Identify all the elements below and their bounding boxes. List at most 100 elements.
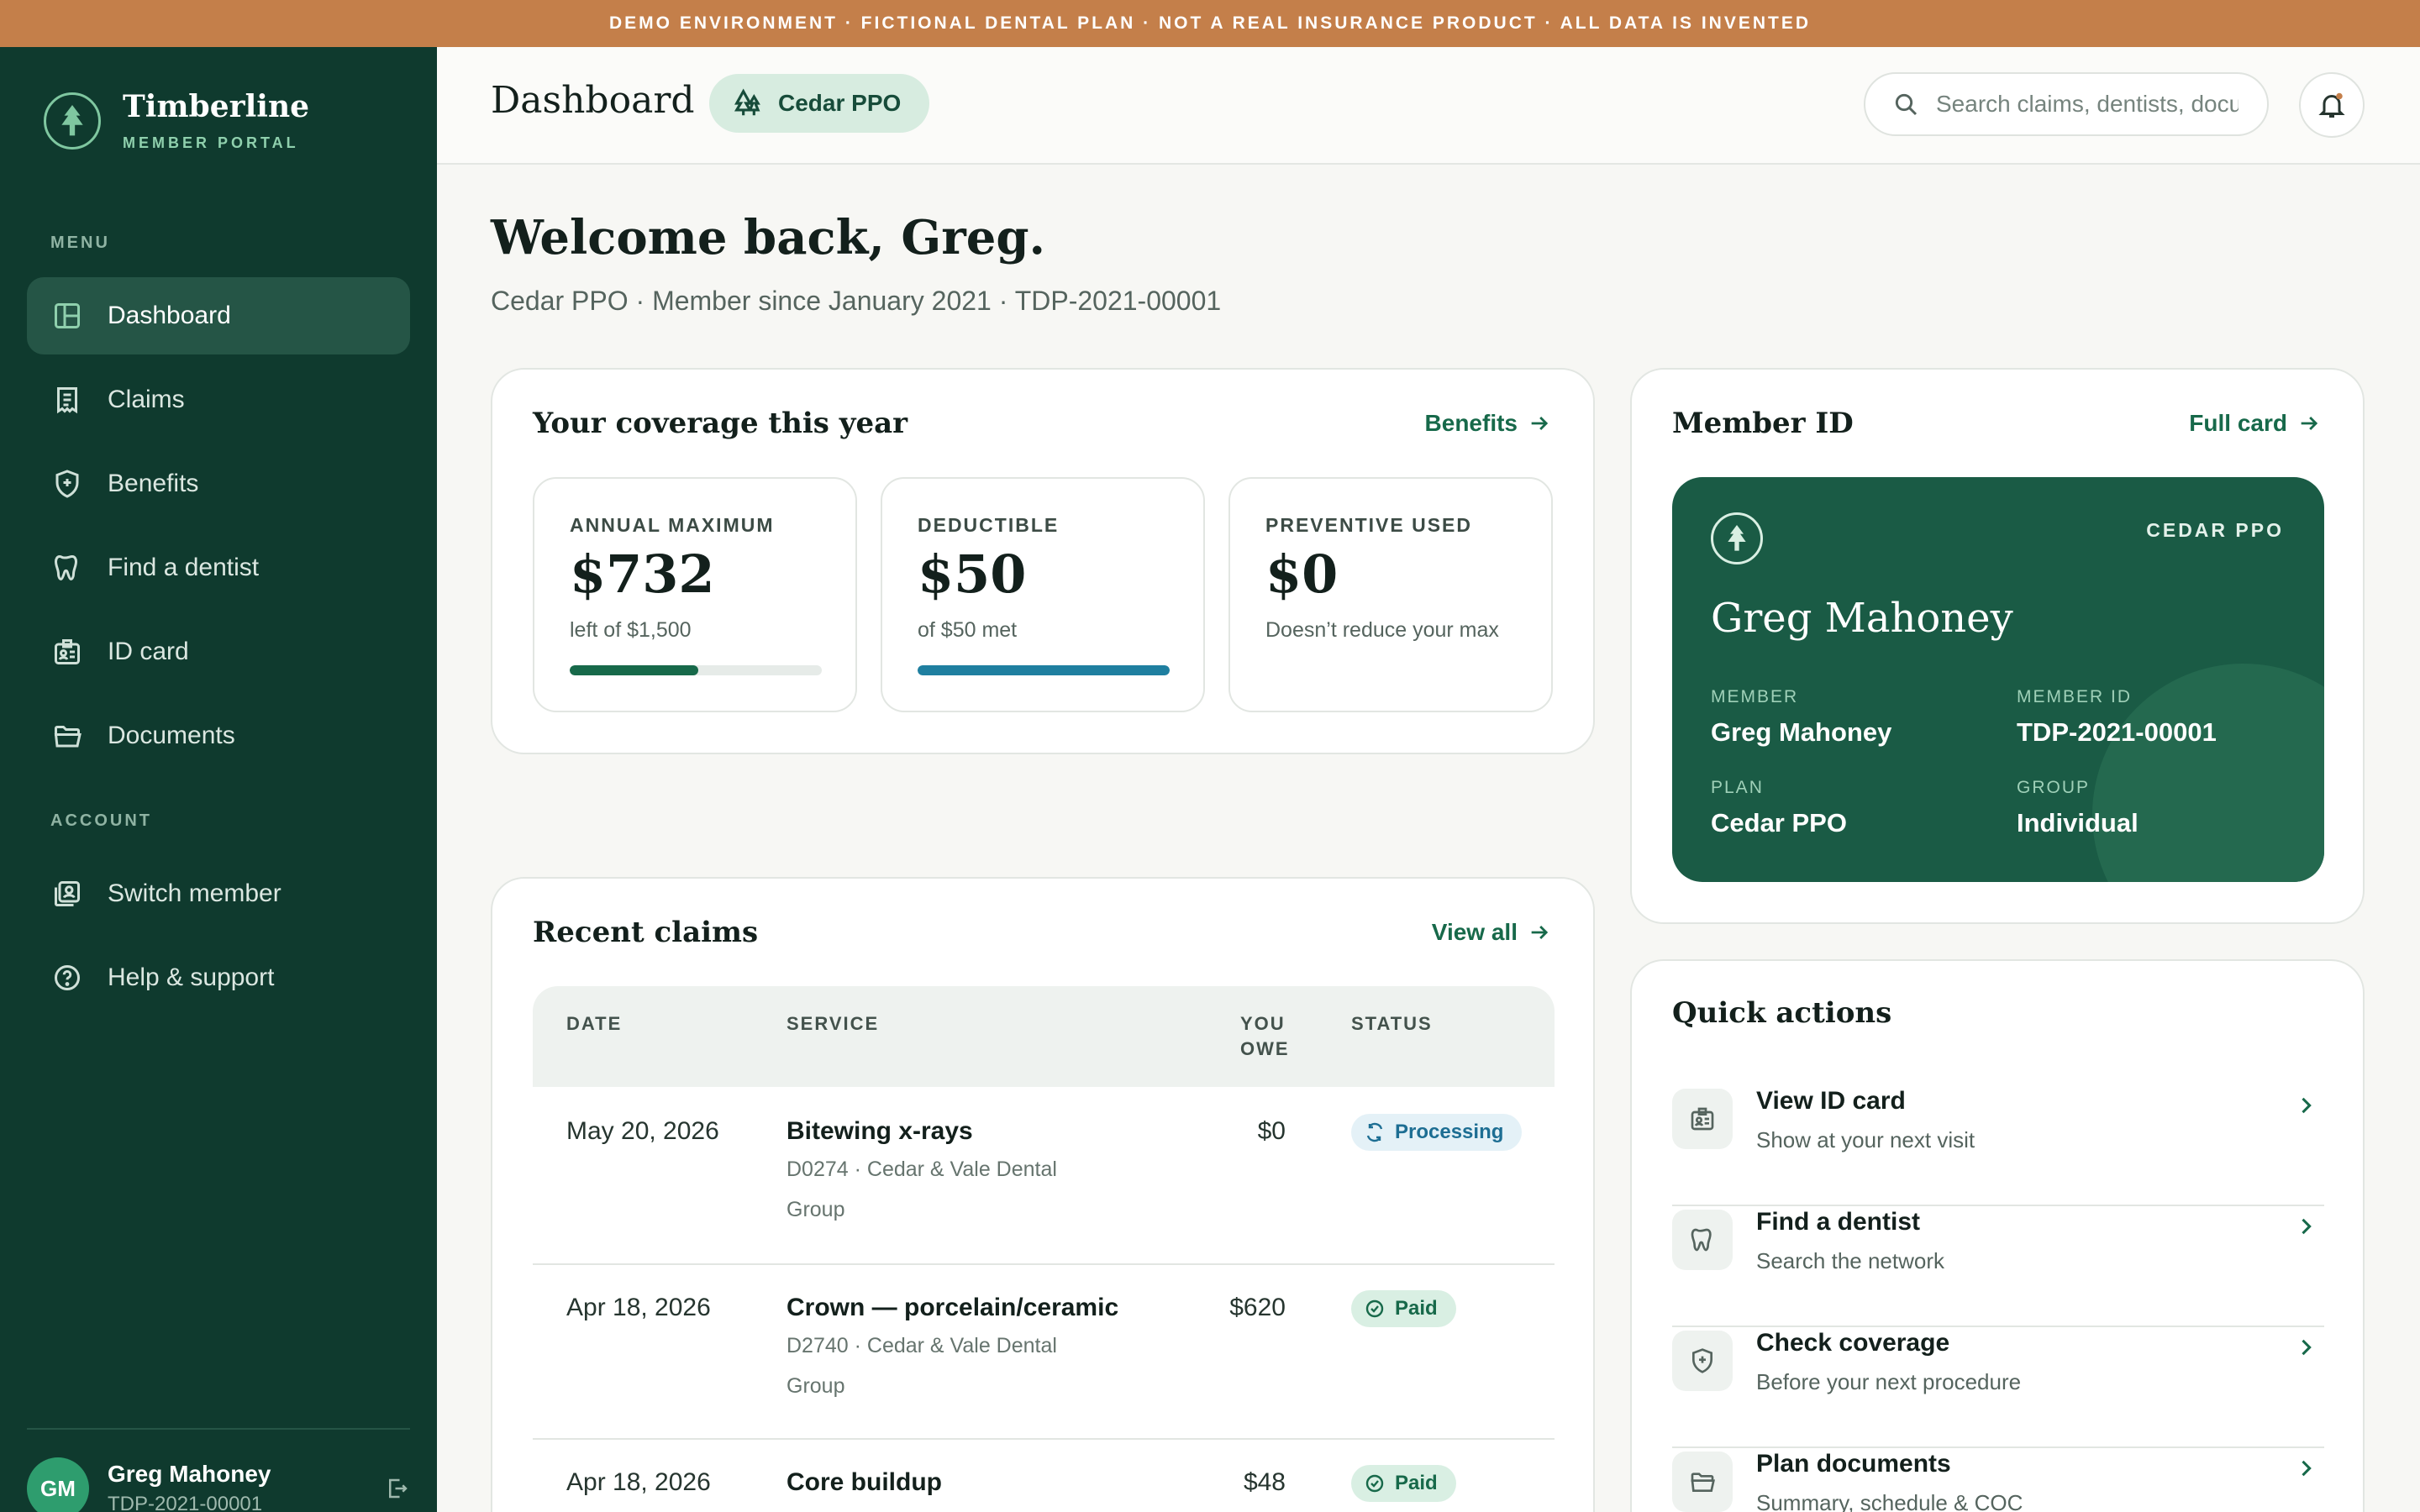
full-card-link[interactable]: Full card (2189, 410, 2321, 437)
stat-note: Doesn’t reduce your max (1265, 618, 1499, 642)
user-member-id: TDP-2021-00001 (108, 1493, 263, 1512)
full-card-label: Full card (2189, 410, 2287, 436)
progress-bar (918, 665, 1170, 675)
help-icon (55, 965, 80, 990)
col-status[interactable]: STATUS (1351, 1011, 1433, 1037)
quick-action-title: Check coverage (1756, 1329, 1950, 1357)
tree-logo-icon (1711, 512, 1763, 564)
current-user[interactable]: GM Greg Mahoney TDP-2021-00001 (27, 1455, 410, 1512)
coverage-card: Your coverage this year Benefits ANNUAL … (491, 368, 1595, 754)
claim-detail: D0274 · Cedar & Vale Dental Group (786, 1158, 1057, 1221)
welcome-subtitle: Cedar PPO · Member since January 2021 · … (491, 286, 1222, 316)
sidebar-item-label: ID card (108, 638, 189, 665)
top-bar: Dashboard Cedar PPO (437, 47, 2420, 165)
search-input[interactable] (1936, 91, 2238, 118)
card-field-value: Cedar PPO (1711, 808, 1847, 837)
demo-banner: DEMO ENVIRONMENT · FICTIONAL DENTAL PLAN… (0, 0, 2420, 47)
search-box[interactable] (1864, 72, 2269, 136)
chevron-right-icon (2302, 1460, 2312, 1477)
trees-icon (734, 88, 760, 116)
stat-value: $50 (918, 543, 1027, 605)
card-field-value: Greg Mahoney (1711, 717, 1892, 747)
benefits-link[interactable]: Benefits (1425, 410, 1551, 437)
logout-icon[interactable] (385, 1476, 410, 1501)
col-you-owe[interactable]: YOU OWE (1240, 1011, 1288, 1062)
switch-user-icon (55, 881, 80, 906)
member-id-title: Member ID (1672, 407, 1854, 440)
recent-claims-card: Recent claims View all DATE SERVICE YOU O… (491, 877, 1595, 1512)
sidebar-item-switch-member[interactable]: Switch member (27, 855, 410, 932)
sidebar: Timberline MEMBER PORTAL MENU Dashboard … (0, 47, 437, 1512)
sidebar-item-label: Benefits (108, 470, 199, 497)
stat-preventive-used: PREVENTIVE USED $0 Doesn’t reduce your m… (1228, 477, 1553, 712)
search-icon (1895, 93, 1918, 116)
claim-service: Bitewing x-rays (786, 1117, 973, 1145)
sidebar-item-id-card[interactable]: ID card (27, 613, 410, 690)
stat-deductible: DEDUCTIBLE $50 of $50 met (881, 477, 1205, 712)
sidebar-divider (27, 1428, 410, 1430)
table-row[interactable]: Apr 18, 2026 Core buildup $48 Paid (533, 1440, 1555, 1512)
arrow-right-icon (1531, 926, 1549, 939)
arrow-right-icon (1531, 417, 1549, 430)
status-badge: Paid (1351, 1465, 1456, 1502)
sidebar-item-find-dentist[interactable]: Find a dentist (27, 529, 410, 606)
claim-service: Crown — porcelain/ceramic (786, 1294, 1119, 1321)
claims-table-header: DATE SERVICE YOU OWE STATUS (533, 986, 1555, 1087)
claim-date: Apr 18, 2026 (566, 1468, 711, 1496)
notifications-button[interactable] (2299, 72, 2365, 138)
sidebar-item-label: Help & support (108, 963, 275, 991)
tooth-icon (54, 554, 78, 581)
id-card-icon (1672, 1089, 1733, 1149)
quick-action-check-coverage[interactable]: Check coverage Before your next procedur… (1672, 1327, 2324, 1448)
id-card-icon (55, 639, 80, 664)
sidebar-item-claims[interactable]: Claims (27, 361, 410, 438)
tooth-icon (1672, 1210, 1733, 1270)
col-service[interactable]: SERVICE (786, 1011, 879, 1037)
quick-actions-title: Quick actions (1672, 996, 1892, 1030)
col-date[interactable]: DATE (566, 1011, 622, 1037)
quick-action-view-id-card[interactable]: View ID card Show at your next visit (1672, 1085, 2324, 1206)
sidebar-item-label: Claims (108, 386, 185, 413)
benefits-link-label: Benefits (1424, 410, 1518, 436)
quick-action-title: Plan documents (1756, 1450, 1951, 1478)
card-field-label: GROUP (2017, 778, 2091, 797)
claim-date: Apr 18, 2026 (566, 1294, 711, 1321)
view-all-claims-link[interactable]: View all (1432, 919, 1551, 946)
sidebar-item-dashboard[interactable]: Dashboard (27, 277, 410, 354)
insurance-card[interactable]: CEDAR PPO Greg Mahoney MEMBER Greg Mahon… (1672, 477, 2324, 882)
quick-action-title: View ID card (1756, 1087, 1906, 1115)
card-field-label: MEMBER (1711, 687, 1799, 706)
account-section-label: ACCOUNT (50, 811, 152, 830)
table-row[interactable]: May 20, 2026 Bitewing x-rays D0274 · Ced… (533, 1089, 1555, 1265)
sidebar-item-benefits[interactable]: Benefits (27, 445, 410, 522)
quick-action-subtitle: Summary, schedule & COC (1756, 1490, 2023, 1512)
sidebar-item-label: Switch member (108, 879, 281, 907)
page-title: Dashboard (491, 79, 695, 122)
brand-name: Timberline (123, 89, 310, 124)
member-id-card: Member ID Full card CEDAR PPO Greg Mahon… (1630, 368, 2365, 924)
sidebar-item-label: Documents (108, 722, 235, 749)
sidebar-item-documents[interactable]: Documents (27, 697, 410, 774)
claim-owe: $48 (1243, 1468, 1286, 1496)
arrow-right-icon (2301, 417, 2318, 430)
quick-action-find-dentist[interactable]: Find a dentist Search the network (1672, 1206, 2324, 1327)
claims-title: Recent claims (533, 916, 759, 949)
bell-icon (2318, 92, 2345, 118)
claim-owe: $0 (1257, 1117, 1286, 1145)
quick-action-subtitle: Before your next procedure (1756, 1369, 2022, 1394)
view-all-label: View all (1431, 919, 1518, 945)
stat-label: ANNUAL MAXIMUM (570, 514, 775, 536)
avatar: GM (27, 1457, 89, 1512)
sidebar-item-help[interactable]: Help & support (27, 939, 410, 1016)
plan-pill[interactable]: Cedar PPO (709, 74, 930, 133)
card-field-label: PLAN (1711, 778, 1764, 797)
stat-note: left of $1,500 (570, 618, 692, 642)
status-badge: Paid (1351, 1290, 1456, 1327)
plan-pill-label: Cedar PPO (778, 90, 902, 116)
check-circle-icon (1365, 1299, 1384, 1318)
stat-value: $732 (570, 543, 715, 605)
stat-label: DEDUCTIBLE (918, 514, 1060, 536)
brand[interactable]: Timberline MEMBER PORTAL (44, 89, 309, 152)
quick-action-plan-documents[interactable]: Plan documents Summary, schedule & COC (1672, 1448, 2324, 1512)
table-row[interactable]: Apr 18, 2026 Crown — porcelain/ceramic D… (533, 1265, 1555, 1440)
